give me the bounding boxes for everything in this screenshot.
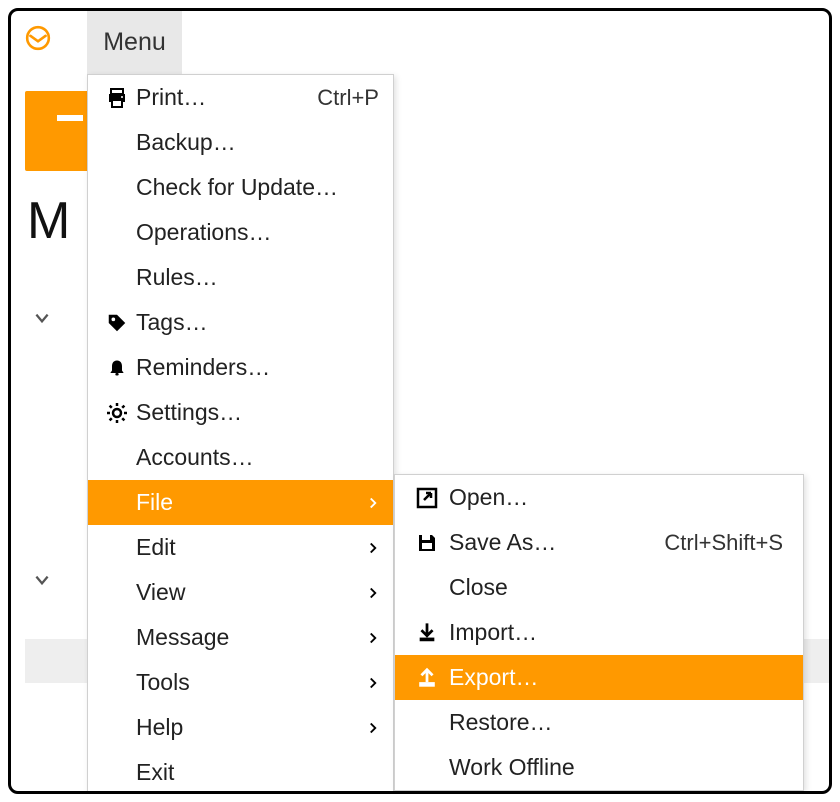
menu-item-label: Exit bbox=[136, 759, 379, 786]
menu-item-label: File bbox=[136, 489, 363, 516]
submenu-item-save-as[interactable]: Save As… Ctrl+Shift+S bbox=[395, 520, 803, 565]
menu-item-backup[interactable]: Backup… bbox=[88, 120, 393, 165]
save-icon bbox=[405, 531, 449, 555]
export-icon bbox=[405, 667, 449, 689]
chevron-right-icon bbox=[363, 677, 379, 689]
file-submenu: Open… Save As… Ctrl+Shift+S Close Import… bbox=[394, 474, 804, 791]
gear-icon bbox=[98, 401, 136, 425]
menu-item-tags[interactable]: Tags… bbox=[88, 300, 393, 345]
submenu-item-close[interactable]: Close bbox=[395, 565, 803, 610]
main-menu: Print… Ctrl+P Backup… Check for Update… … bbox=[87, 74, 394, 794]
menu-item-rules[interactable]: Rules… bbox=[88, 255, 393, 300]
menu-item-shortcut: Ctrl+Shift+S bbox=[664, 530, 789, 556]
menu-item-operations[interactable]: Operations… bbox=[88, 210, 393, 255]
menu-item-label: Edit bbox=[136, 534, 363, 561]
menu-item-label: Tools bbox=[136, 669, 363, 696]
menu-item-label: Print… bbox=[136, 84, 317, 111]
menu-button-label: Menu bbox=[103, 28, 166, 57]
menu-item-label: Import… bbox=[449, 619, 789, 646]
menu-item-label: Check for Update… bbox=[136, 174, 379, 201]
menu-item-label: Help bbox=[136, 714, 363, 741]
submenu-item-import[interactable]: Import… bbox=[395, 610, 803, 655]
menu-item-accounts[interactable]: Accounts… bbox=[88, 435, 393, 480]
menu-item-label: Backup… bbox=[136, 129, 379, 156]
menu-item-label: Export… bbox=[449, 664, 789, 691]
menu-item-label: Close bbox=[449, 574, 789, 601]
submenu-item-restore[interactable]: Restore… bbox=[395, 700, 803, 745]
menu-item-file[interactable]: File bbox=[88, 480, 393, 525]
menu-item-message[interactable]: Message bbox=[88, 615, 393, 660]
menu-item-view[interactable]: View bbox=[88, 570, 393, 615]
menu-item-print[interactable]: Print… Ctrl+P bbox=[88, 75, 393, 120]
menu-item-shortcut: Ctrl+P bbox=[317, 85, 379, 111]
page-title-partial: M bbox=[27, 191, 70, 251]
chevron-right-icon bbox=[363, 497, 379, 509]
chevron-right-icon bbox=[363, 632, 379, 644]
submenu-item-work-offline[interactable]: Work Offline bbox=[395, 745, 803, 790]
menu-item-label: Open… bbox=[449, 484, 789, 511]
menu-item-label: Work Offline bbox=[449, 754, 789, 781]
menu-item-check-update[interactable]: Check for Update… bbox=[88, 165, 393, 210]
submenu-item-open[interactable]: Open… bbox=[395, 475, 803, 520]
menu-item-reminders[interactable]: Reminders… bbox=[88, 345, 393, 390]
menu-item-label: Restore… bbox=[449, 709, 789, 736]
menu-item-help[interactable]: Help bbox=[88, 705, 393, 750]
menu-item-label: Rules… bbox=[136, 264, 379, 291]
menu-item-exit[interactable]: Exit bbox=[88, 750, 393, 794]
toolbar-new-button[interactable] bbox=[25, 91, 95, 171]
menu-item-tools[interactable]: Tools bbox=[88, 660, 393, 705]
menu-item-label: Accounts… bbox=[136, 444, 379, 471]
tag-icon bbox=[98, 312, 136, 334]
menu-item-settings[interactable]: Settings… bbox=[88, 390, 393, 435]
chevron-right-icon bbox=[363, 587, 379, 599]
open-icon bbox=[405, 486, 449, 510]
menu-item-label: Tags… bbox=[136, 309, 379, 336]
bell-icon bbox=[98, 358, 136, 378]
menu-item-label: View bbox=[136, 579, 363, 606]
menu-button[interactable]: Menu bbox=[87, 11, 182, 74]
menu-item-label: Reminders… bbox=[136, 354, 379, 381]
printer-icon bbox=[98, 86, 136, 110]
menu-item-label: Save As… bbox=[449, 529, 664, 556]
menu-item-label: Message bbox=[136, 624, 363, 651]
submenu-item-export[interactable]: Export… bbox=[395, 655, 803, 700]
menu-item-label: Settings… bbox=[136, 399, 379, 426]
import-icon bbox=[405, 622, 449, 644]
sidebar-expand-chevron[interactable] bbox=[33, 309, 51, 327]
sidebar-expand-chevron[interactable] bbox=[33, 571, 51, 589]
menu-item-label: Operations… bbox=[136, 219, 379, 246]
app-logo-icon bbox=[25, 25, 51, 51]
chevron-right-icon bbox=[363, 722, 379, 734]
menu-item-edit[interactable]: Edit bbox=[88, 525, 393, 570]
chevron-right-icon bbox=[363, 542, 379, 554]
